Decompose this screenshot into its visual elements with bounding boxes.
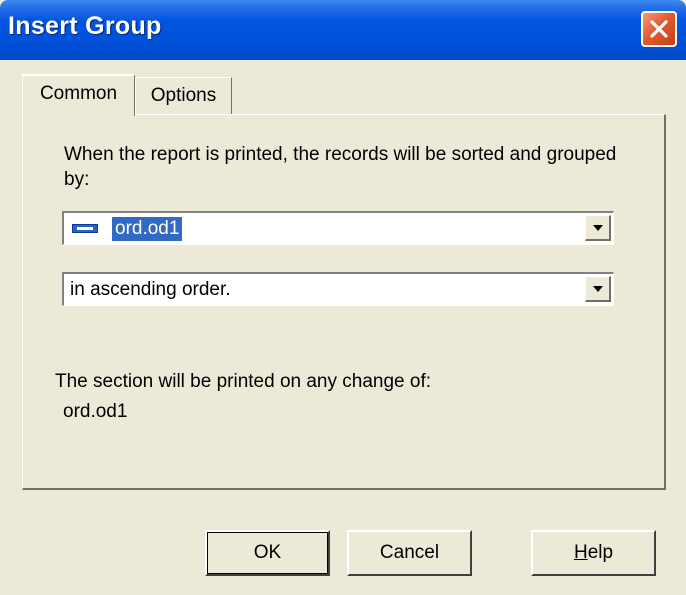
sort-order-dropdown-button[interactable]	[585, 276, 611, 302]
sort-order-combobox[interactable]: in ascending order.	[62, 272, 614, 306]
help-label-rest: elp	[587, 542, 614, 563]
tab-common-label: Common	[39, 83, 118, 104]
sort-prompt-text: When the report is printed, the records …	[64, 144, 617, 190]
sort-order-value: in ascending order.	[70, 279, 231, 300]
help-button[interactable]: Help	[531, 530, 656, 576]
tab-options[interactable]: Options	[135, 77, 232, 115]
group-field-value: ord.od1	[112, 217, 183, 241]
section-field-text: ord.od1	[63, 401, 128, 422]
chevron-down-icon	[593, 225, 603, 231]
chevron-down-icon	[593, 286, 603, 292]
database-field-icon	[72, 224, 98, 233]
group-field-combobox[interactable]: ord.od1	[62, 211, 614, 245]
section-note-text: The section will be printed on any chang…	[55, 371, 432, 392]
tab-options-label: Options	[150, 85, 217, 106]
cancel-button[interactable]: Cancel	[347, 530, 472, 576]
help-hotkey: H	[573, 542, 588, 563]
title-bar[interactable]: Insert Group	[0, 0, 686, 60]
ok-button[interactable]: OK	[205, 530, 330, 576]
tab-common[interactable]: Common	[22, 74, 135, 116]
group-field-dropdown-button[interactable]	[585, 215, 611, 241]
close-icon	[650, 20, 668, 38]
window-title: Insert Group	[8, 12, 162, 40]
close-button[interactable]	[641, 11, 677, 47]
